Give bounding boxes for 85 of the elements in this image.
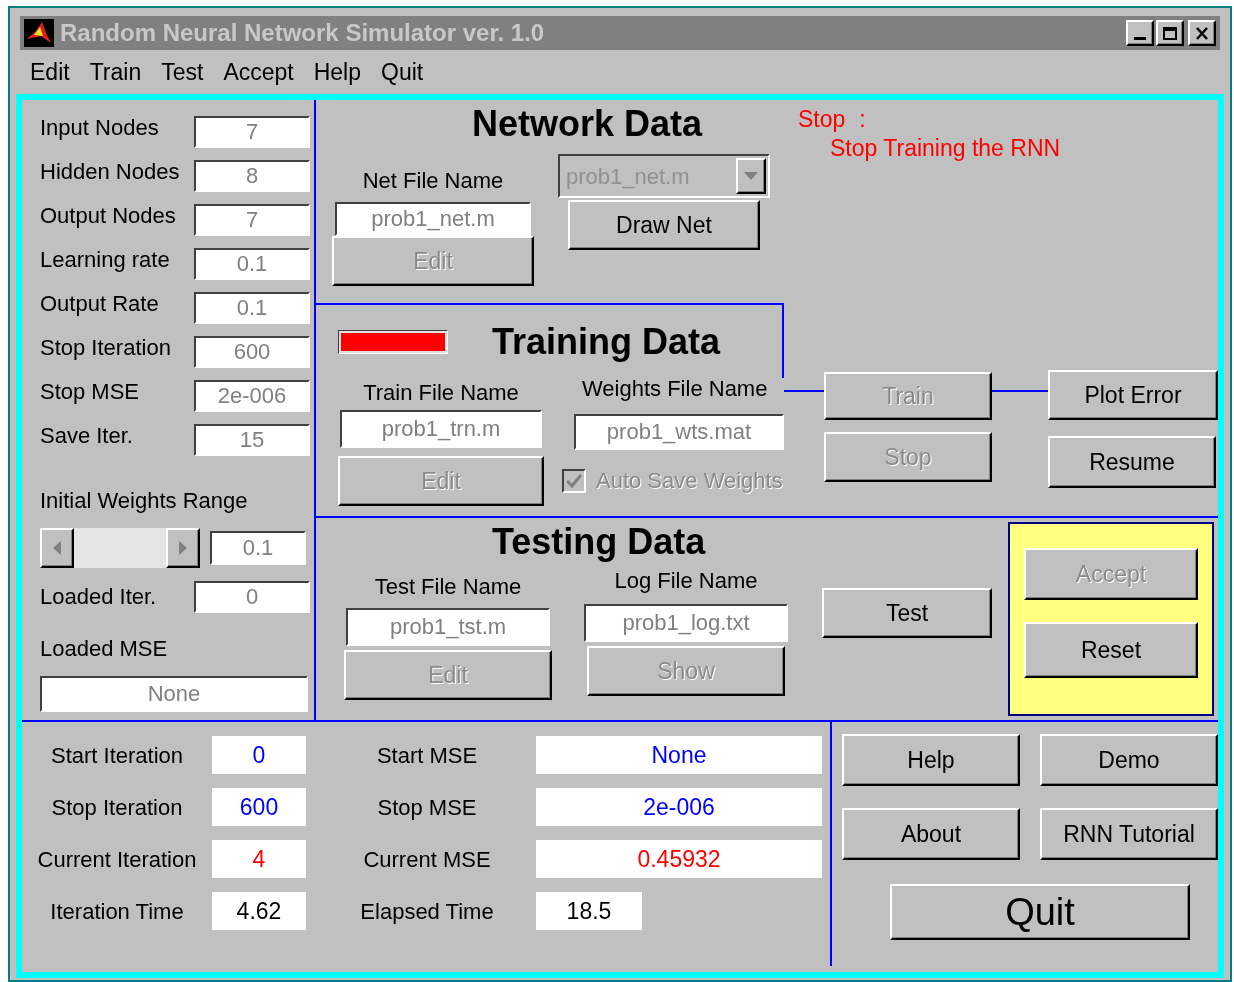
menu-item[interactable]: Edit [30, 60, 70, 84]
parameter-field[interactable]: 7 [194, 204, 310, 236]
hint-text: Stop Training the RNN [830, 137, 1062, 160]
parameter-label: Stop MSE [40, 381, 140, 403]
status-label: Stop MSE [376, 793, 478, 822]
field-label: Test File Name [374, 576, 522, 598]
slider-right-button[interactable] [166, 528, 200, 568]
quit-button[interactable]: Quit [890, 884, 1190, 940]
action-button[interactable]: Help [842, 734, 1020, 786]
status-value: 4 [212, 840, 306, 878]
field-label: Weights File Name [582, 378, 769, 400]
status-value: 600 [212, 788, 306, 826]
parameter-field[interactable]: 0.1 [194, 292, 310, 324]
action-button[interactable]: About [842, 808, 1020, 860]
parameter-label: Loaded MSE [40, 638, 169, 660]
close-icon [1195, 26, 1209, 40]
parameter-label: Learning rate [40, 249, 170, 271]
parameter-field[interactable]: 15 [194, 424, 310, 456]
reset-button[interactable]: Reset [1024, 622, 1198, 678]
app-icon [24, 19, 54, 47]
resume-button[interactable]: Resume [1048, 436, 1216, 488]
test-button[interactable]: Test [822, 588, 992, 638]
check-icon [566, 473, 582, 488]
action-button[interactable]: Demo [1040, 734, 1218, 786]
maximize-icon [1163, 26, 1177, 40]
close-button[interactable] [1188, 20, 1216, 46]
window-title: Random Neural Network Simulator ver. 1.0 [60, 18, 546, 48]
parameter-field[interactable]: 600 [194, 336, 310, 368]
caret-icon [744, 172, 758, 180]
status-label: Stop Iteration [50, 793, 184, 822]
menu-item[interactable]: Quit [381, 60, 424, 84]
menu-item[interactable]: Test [161, 60, 204, 84]
status-value: 0 [212, 736, 306, 774]
file-name-field[interactable]: prob1_log.txt [584, 604, 788, 642]
left-arrow-icon [53, 541, 61, 555]
parameter-label: Save Iter. [40, 425, 133, 447]
status-label: Start Iteration [49, 741, 185, 770]
checkbox-label: Auto Save Weights [596, 467, 783, 495]
section-title: Testing Data [492, 524, 707, 560]
minimize-button[interactable] [1126, 20, 1154, 46]
file-name-field[interactable]: prob1_wts.mat [574, 414, 784, 450]
parameter-field[interactable]: 7 [194, 116, 310, 148]
parameter-label: Loaded Iter. [40, 586, 157, 608]
parameter-label: Hidden Nodes [40, 161, 180, 183]
parameter-field[interactable]: 2e-006 [194, 380, 310, 412]
status-value: 0.45932 [536, 840, 822, 878]
parameter-field[interactable]: 8 [194, 160, 310, 192]
slider-left-button[interactable] [40, 528, 74, 568]
parameter-label: Output Rate [40, 293, 159, 315]
status-label: Iteration Time [49, 897, 185, 926]
maximize-button[interactable] [1156, 20, 1184, 46]
file-name-field[interactable]: prob1_net.m [335, 202, 531, 236]
right-arrow-icon [179, 541, 187, 555]
status-label: Current Iteration [36, 845, 198, 874]
status-value: 4.62 [212, 892, 306, 930]
parameter-label: Input Nodes [40, 117, 159, 139]
parameter-field[interactable]: 0.1 [210, 531, 306, 565]
draw-net-button[interactable]: Draw Net [568, 200, 760, 250]
field-label: Train File Name [363, 382, 519, 404]
field-label: Net File Name [362, 170, 504, 192]
menu-item[interactable]: Train [89, 60, 142, 84]
hint-key: Stop [798, 108, 846, 131]
parameter-label: Output Nodes [40, 205, 176, 227]
status-value: None [536, 736, 822, 774]
parameter-field[interactable]: 0.1 [194, 248, 310, 280]
parameter-field[interactable]: 0 [194, 581, 310, 613]
menu-item[interactable]: Accept [223, 60, 294, 84]
section-title: Network Data [472, 106, 704, 142]
status-label: Current MSE [362, 845, 492, 874]
loaded-mse-field[interactable]: None [40, 676, 308, 712]
status-value: 2e-006 [536, 788, 822, 826]
field-label: Log File Name [614, 570, 758, 592]
status-label: Start MSE [375, 741, 479, 770]
action-button[interactable]: RNN Tutorial [1040, 808, 1218, 860]
file-name-field[interactable]: prob1_trn.m [340, 410, 542, 448]
parameter-label: Stop Iteration [40, 337, 171, 359]
file-name-field[interactable]: prob1_tst.m [346, 608, 550, 646]
status-label: Elapsed Time [359, 897, 495, 926]
menu-item[interactable]: Help [313, 60, 362, 84]
section-title: Training Data [492, 323, 721, 360]
status-value: 18.5 [536, 892, 642, 930]
plot-error-button[interactable]: Plot Error [1048, 370, 1218, 420]
hint-separator: : [859, 108, 866, 131]
parameter-label: Initial Weights Range [40, 490, 249, 512]
minimize-icon [1134, 37, 1146, 40]
